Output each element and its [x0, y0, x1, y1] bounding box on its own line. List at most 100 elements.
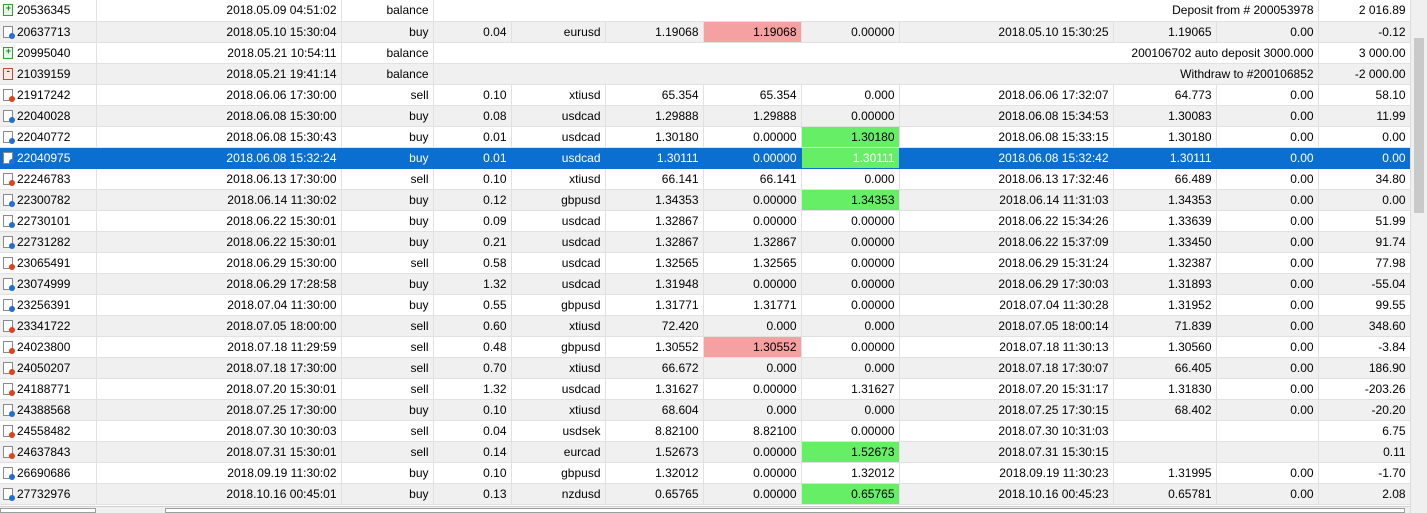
ticket-cell: 27732976	[0, 483, 97, 505]
open-time-cell: 2018.09.19 11:30:02	[96, 462, 342, 484]
sell-icon	[3, 172, 15, 186]
ticket-number: 20995040	[17, 45, 71, 60]
buy-icon	[3, 298, 15, 312]
stop-loss-cell: 0.00000	[703, 441, 802, 463]
open-time-cell: 2018.06.14 11:30:02	[96, 189, 342, 211]
close-price-cell: 1.31952	[1113, 294, 1217, 316]
take-profit-cell: 0.00000	[801, 21, 900, 43]
close-time-cell: 2018.10.16 00:45:23	[899, 483, 1114, 505]
table-row[interactable]: 24637843 2018.07.31 15:30:01 sell 0.14 eurca…	[0, 441, 1411, 463]
table-row[interactable]: 27732976 2018.10.16 00:45:01 buy 0.13 nzdusd…	[0, 483, 1411, 505]
profit-cell: 2 016.89	[1318, 0, 1411, 22]
vertical-scrollbar[interactable]	[1410, 0, 1427, 513]
table-row[interactable]: 26690686 2018.09.19 11:30:02 buy 0.10 gbpusd…	[0, 462, 1411, 484]
close-price-cell	[1113, 420, 1217, 442]
size-cell: 0.04	[433, 420, 512, 442]
size-cell: 0.12	[433, 189, 512, 211]
stop-loss-cell: 0.00000	[703, 189, 802, 211]
table-row[interactable]: 22040975 2018.06.08 15:32:24 buy 0.01 usdcad…	[0, 147, 1411, 169]
symbol-cell: usdsek	[511, 420, 606, 442]
table-row[interactable]: 22300782 2018.06.14 11:30:02 buy 0.12 gbpusd…	[0, 189, 1411, 211]
type-cell: buy	[341, 147, 434, 169]
size-cell: 0.08	[433, 105, 512, 127]
table-row[interactable]: 24558482 2018.07.30 10:30:03 sell 0.04 usdse…	[0, 420, 1411, 442]
sell-icon	[3, 256, 15, 270]
size-cell: 1.32	[433, 273, 512, 295]
table-row[interactable]: 24050207 2018.07.18 17:30:00 sell 0.70 xtius…	[0, 357, 1411, 379]
table-row[interactable]: 24188771 2018.07.20 15:30:01 sell 1.32 usdca…	[0, 378, 1411, 400]
open-time-cell: 2018.06.29 15:30:00	[96, 252, 342, 274]
table-row[interactable]: 20995040 2018.05.21 10:54:11balance200106…	[0, 42, 1411, 64]
ticket-number: 22040772	[17, 129, 71, 144]
table-row[interactable]: 24023800 2018.07.18 11:29:59 sell 0.48 gbpus…	[0, 336, 1411, 358]
take-profit-cell: 0.00000	[801, 294, 900, 316]
price-cell: 1.52673	[605, 441, 704, 463]
table-row[interactable]: 22040028 2018.06.08 15:30:00 buy 0.08 usdcad…	[0, 105, 1411, 127]
table-row[interactable]: 22730101 2018.06.22 15:30:01 buy 0.09 usdcad…	[0, 210, 1411, 232]
table-row[interactable]: 21917242 2018.06.06 17:30:00 sell 0.10 xtius…	[0, 84, 1411, 106]
type-cell: buy	[341, 189, 434, 211]
symbol-cell: xtiusd	[511, 84, 606, 106]
horizontal-scroll-thumb[interactable]	[165, 508, 1405, 513]
vertical-scroll-thumb[interactable]	[1414, 38, 1424, 213]
column-splitter[interactable]	[0, 508, 96, 513]
type-cell: buy	[341, 105, 434, 127]
horizontal-scrollbar[interactable]	[0, 506, 1410, 513]
table-row[interactable]: 24388568 2018.07.25 17:30:00 buy 0.10 xtiusd…	[0, 399, 1411, 421]
type-cell: buy	[341, 462, 434, 484]
close-time-cell: 2018.06.06 17:32:07	[899, 84, 1114, 106]
price-cell: 1.32565	[605, 252, 704, 274]
open-time-cell: 2018.07.30 10:30:03	[96, 420, 342, 442]
table-row[interactable]: 23074999 2018.06.29 17:28:58 buy 1.32 usdcad…	[0, 273, 1411, 295]
price-cell: 8.82100	[605, 420, 704, 442]
profit-cell: 34.80	[1318, 168, 1411, 190]
size-cell: 0.01	[433, 147, 512, 169]
close-price-cell: 1.33639	[1113, 210, 1217, 232]
table-row[interactable]: 22246783 2018.06.13 17:30:00 sell 0.10 xtius…	[0, 168, 1411, 190]
symbol-cell: usdcad	[511, 147, 606, 169]
ticket-cell: 20536345	[0, 0, 97, 22]
close-price-cell: 1.32387	[1113, 252, 1217, 274]
table-row[interactable]: 23065491 2018.06.29 15:30:00 sell 0.58 usdca…	[0, 252, 1411, 274]
close-time-cell: 2018.06.29 15:31:24	[899, 252, 1114, 274]
open-time-cell: 2018.06.08 15:30:43	[96, 126, 342, 148]
table-row[interactable]: 21039159 2018.05.21 19:41:14balanceWithdr…	[0, 63, 1411, 85]
size-cell: 0.48	[433, 336, 512, 358]
swap-cell: 0.00	[1216, 105, 1319, 127]
buy-icon	[3, 403, 15, 417]
type-cell: buy	[341, 126, 434, 148]
sell-icon	[3, 445, 15, 459]
table-row[interactable]: 23341722 2018.07.05 18:00:00 sell 0.60 xtius…	[0, 315, 1411, 337]
price-cell: 0.65765	[605, 483, 704, 505]
price-cell: 1.30552	[605, 336, 704, 358]
sell-icon	[3, 340, 15, 354]
table-row[interactable]: 22040772 2018.06.08 15:30:43 buy 0.01 usdcad…	[0, 126, 1411, 148]
open-time-cell: 2018.07.05 18:00:00	[96, 315, 342, 337]
symbol-cell: usdcad	[511, 378, 606, 400]
stop-loss-cell: 1.31771	[703, 294, 802, 316]
type-cell: buy	[341, 294, 434, 316]
swap-cell: 0.00	[1216, 126, 1319, 148]
profit-cell: -2 000.00	[1318, 63, 1411, 85]
ticket-number: 24050207	[17, 360, 71, 375]
take-profit-cell: 0.00000	[801, 210, 900, 232]
table-row[interactable]: 20637713 2018.05.10 15:30:04 buy 0.04 eurusd…	[0, 21, 1411, 43]
symbol-cell: xtiusd	[511, 357, 606, 379]
table-row[interactable]: 22731282 2018.06.22 15:30:01 buy 0.21 usdcad…	[0, 231, 1411, 253]
open-time-cell: 2018.05.21 10:54:11	[96, 42, 342, 64]
stop-loss-cell: 0.00000	[703, 378, 802, 400]
type-cell: sell	[341, 420, 434, 442]
ticket-cell: 24388568	[0, 399, 97, 421]
sell-icon	[3, 319, 15, 333]
symbol-cell: nzdusd	[511, 483, 606, 505]
ticket-number: 22246783	[17, 171, 71, 186]
profit-cell: 0.11	[1318, 441, 1411, 463]
ticket-number: 23341722	[17, 318, 71, 333]
table-row[interactable]: 23256391 2018.07.04 11:30:00 buy 0.55 gbpusd…	[0, 294, 1411, 316]
buy-icon	[3, 235, 15, 249]
ticket-cell: 26690686	[0, 462, 97, 484]
swap-cell: 0.00	[1216, 231, 1319, 253]
table-row[interactable]: 20536345 2018.05.09 04:51:02balanceDeposi…	[0, 0, 1411, 22]
type-cell: buy	[341, 210, 434, 232]
size-cell: 0.13	[433, 483, 512, 505]
